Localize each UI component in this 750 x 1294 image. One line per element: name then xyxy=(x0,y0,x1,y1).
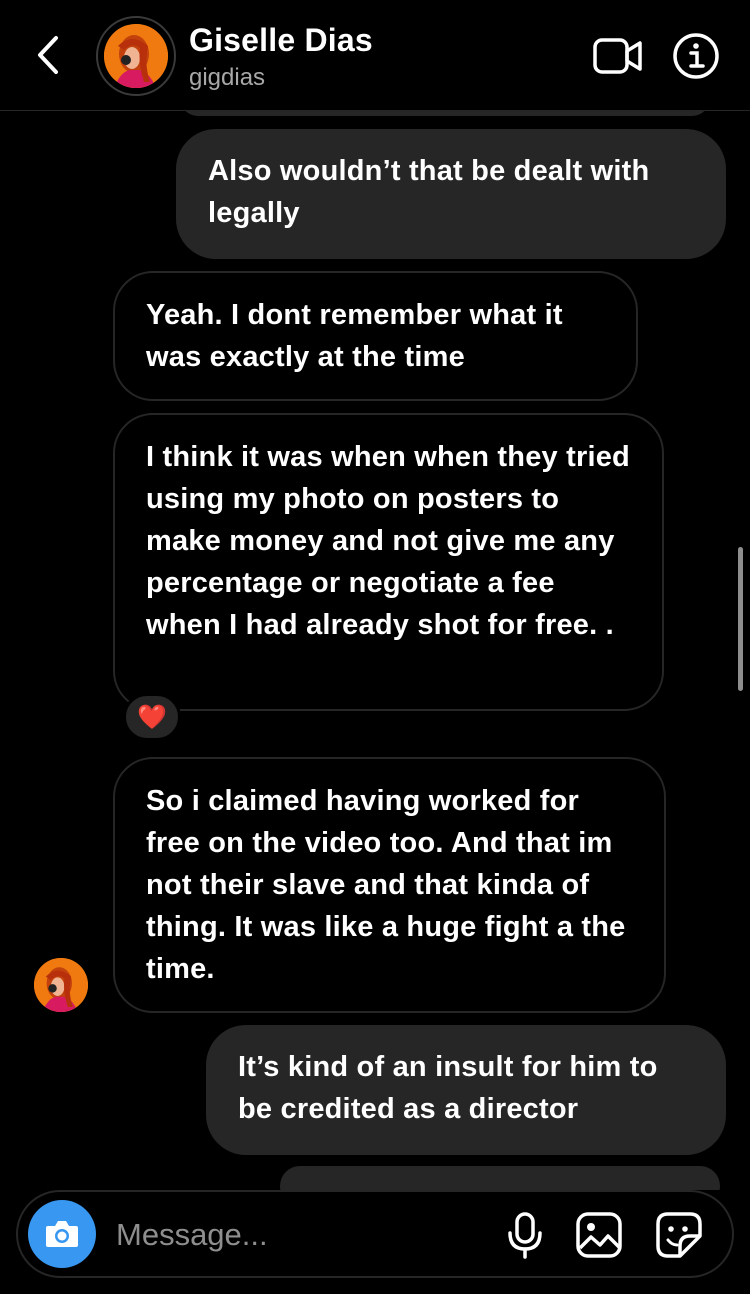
message-text: It’s kind of an insult for him to be cre… xyxy=(238,1051,658,1125)
sticker-icon xyxy=(656,1212,702,1258)
contact-name[interactable]: Giselle Dias xyxy=(189,22,373,59)
message-bubble-received[interactable]: I think it was when when they tried usin… xyxy=(113,413,664,711)
message-text: So i claimed having worked for free on t… xyxy=(146,785,626,985)
message-bubble-sent[interactable]: Also wouldn’t that be dealt with legally xyxy=(176,129,726,259)
sender-avatar[interactable] xyxy=(34,958,88,1012)
message-text: Also wouldn’t that be dealt with legally xyxy=(208,155,650,229)
camera-icon xyxy=(46,1221,78,1247)
video-call-button[interactable] xyxy=(592,36,644,76)
message-bubble-sent[interactable]: It’s kind of an insult for him to be cre… xyxy=(206,1025,726,1155)
microphone-icon xyxy=(508,1212,542,1259)
avatar xyxy=(104,24,168,88)
avatar-image xyxy=(104,24,168,88)
contact-username[interactable]: gigdias xyxy=(189,64,265,92)
message-bubble-received[interactable]: So i claimed having worked for free on t… xyxy=(113,757,666,1013)
message-bubble-partial xyxy=(280,1166,720,1190)
microphone-button[interactable] xyxy=(500,1210,550,1260)
message-text: Yeah. I dont remember what it was exactl… xyxy=(146,299,563,373)
image-icon xyxy=(576,1212,622,1258)
chat-header: Giselle Dias gigdias xyxy=(0,0,750,111)
gallery-button[interactable] xyxy=(574,1210,624,1260)
sticker-button[interactable] xyxy=(654,1210,704,1260)
info-icon xyxy=(673,33,719,79)
message-input[interactable] xyxy=(114,1206,498,1264)
profile-avatar-button[interactable] xyxy=(96,16,176,96)
message-bubble-received[interactable]: Yeah. I dont remember what it was exactl… xyxy=(113,271,638,401)
back-button[interactable] xyxy=(28,32,68,78)
chevron-left-icon xyxy=(38,36,58,74)
message-text: I think it was when when they tried usin… xyxy=(146,441,630,641)
message-composer xyxy=(16,1190,734,1278)
info-button[interactable] xyxy=(671,31,721,81)
heart-reaction[interactable]: ❤️ xyxy=(123,693,181,741)
scrollbar[interactable] xyxy=(738,547,743,691)
camera-button[interactable] xyxy=(28,1200,96,1268)
heart-icon: ❤️ xyxy=(137,703,167,731)
avatar-image xyxy=(34,958,88,1012)
video-camera-icon xyxy=(593,38,642,74)
message-thread[interactable]: Also wouldn’t that be dealt with legally… xyxy=(0,0,750,1190)
